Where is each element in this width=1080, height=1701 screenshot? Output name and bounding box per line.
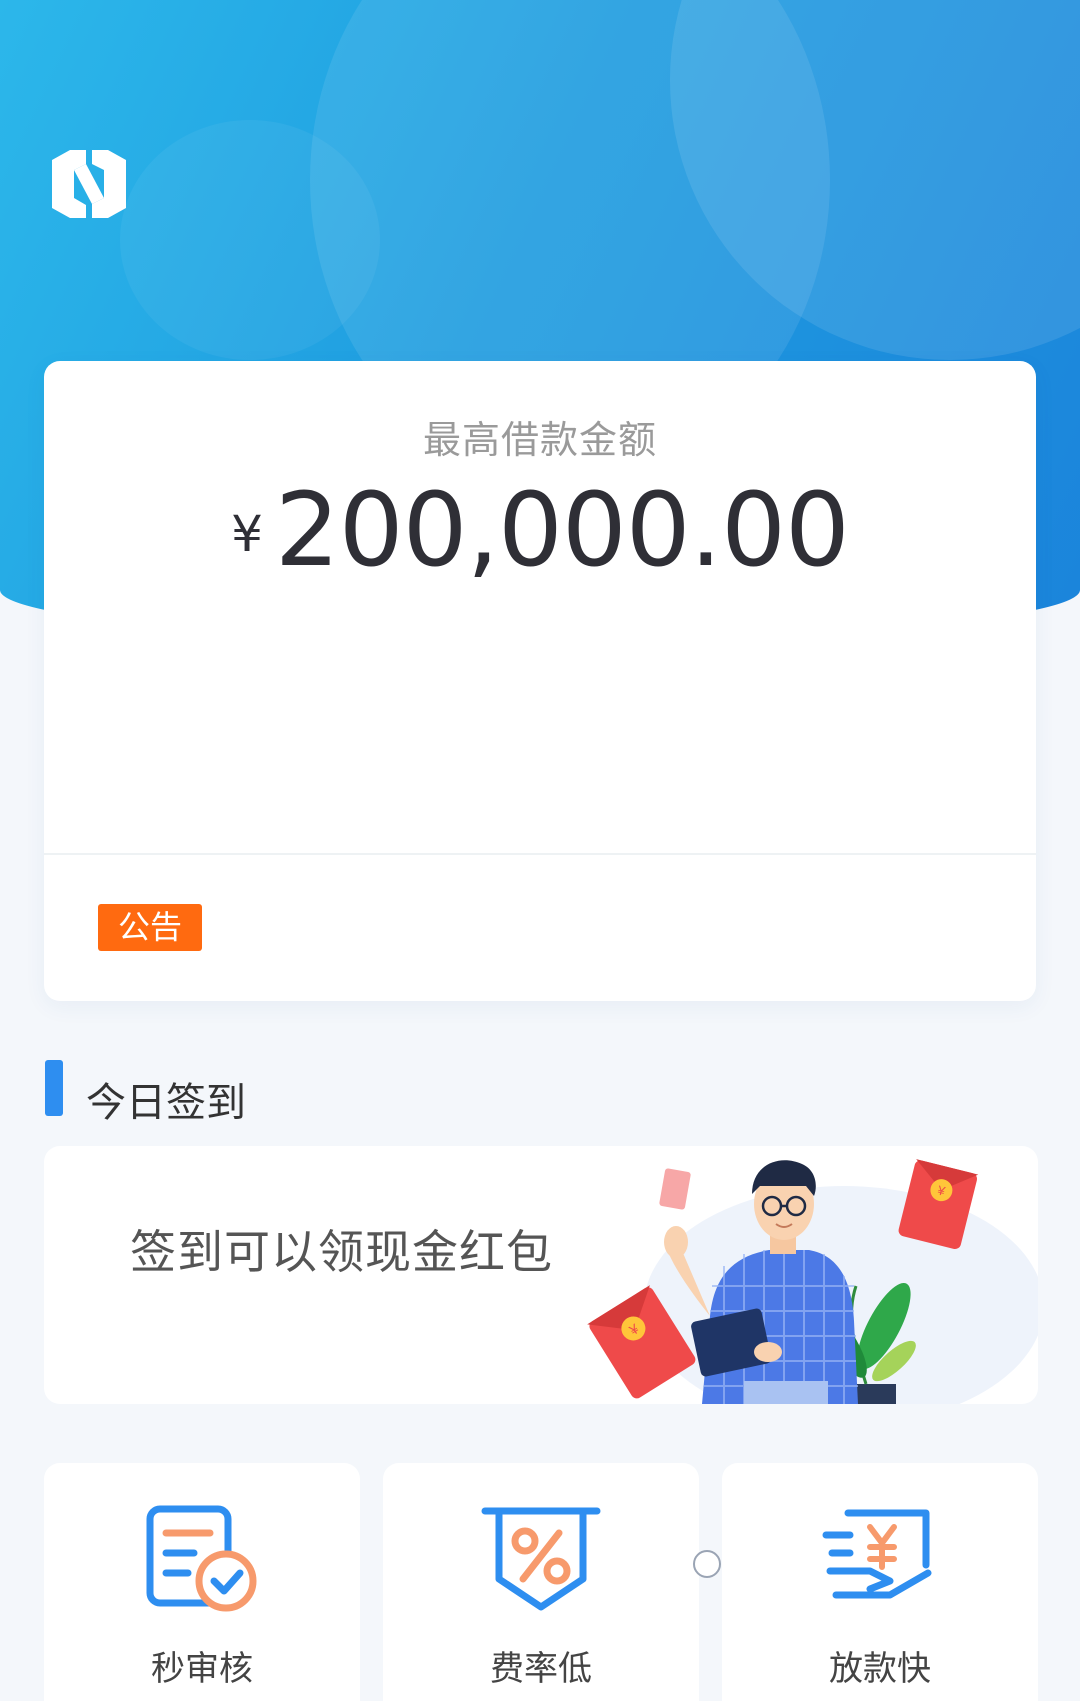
amount-value: 200,000.00 [274,471,850,590]
floating-assist-dot[interactable] [693,1550,721,1578]
fast-loan-money-icon [822,1509,932,1599]
low-rate-percent-icon [481,1507,601,1611]
app-logo-icon [52,150,126,218]
card-divider [44,853,1036,855]
notice-badge[interactable]: 公告 [98,904,202,951]
review-check-icon [146,1505,257,1612]
currency-symbol: ¥ [231,505,263,563]
loan-amount: ¥200,000.00 [44,471,1036,590]
hero-decoration [120,120,380,360]
feature-card-review[interactable]: 秒审核 [44,1463,360,1701]
feature-label: 秒审核 [151,1649,253,1689]
max-loan-label: 最高借款金额 [422,418,657,462]
section-title: 今日签到 [86,1080,246,1126]
feature-card-rate[interactable]: 费率低 [383,1463,699,1701]
feature-label: 费率低 [490,1649,592,1689]
feature-label: 放款快 [829,1649,931,1689]
signin-banner-text: 签到可以领现金红包 [130,1225,553,1279]
loan-amount-card[interactable]: 最高借款金额 ¥200,000.00 公告 [44,361,1036,1001]
man-with-red-envelopes-illustration: ¥ ¥ [587,1159,1038,1404]
section-accent-bar [45,1060,63,1116]
signin-banner[interactable]: 签到可以领现金红包 ¥ ¥ [44,1146,1038,1404]
home-page: 最高借款金额 ¥200,000.00 公告 今日签到 签到可以领现金红包 ¥ ¥… [0,0,1080,1701]
feature-card-loan-speed[interactable]: 放款快 [722,1463,1038,1701]
